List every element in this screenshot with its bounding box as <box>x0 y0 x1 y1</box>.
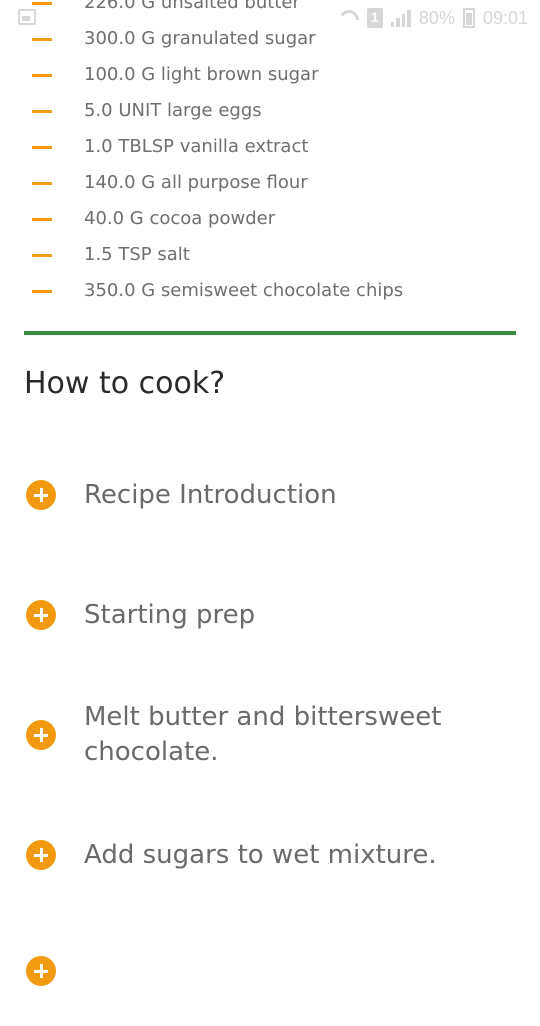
expand-plus-icon[interactable] <box>26 956 56 986</box>
status-time: 09:01 <box>482 7 528 28</box>
step-add-sugars[interactable]: Add sugars to wet mixture. <box>0 806 540 906</box>
how-to-cook-title: How to cook? <box>24 366 226 401</box>
expand-plus-icon[interactable] <box>26 720 56 750</box>
dash-icon <box>32 182 52 185</box>
wifi-icon <box>339 10 359 26</box>
ingredient-text: 40.0 G cocoa powder <box>84 208 276 229</box>
ingredient-text: 350.0 G semisweet chocolate chips <box>84 280 404 301</box>
ingredient-text: 1.0 TBLSP vanilla extract <box>84 136 309 157</box>
dash-icon <box>32 74 52 77</box>
battery-icon <box>462 8 475 28</box>
step-label: Recipe Introduction <box>84 480 337 510</box>
ingredient-item: 100.0 G light brown sugar <box>0 58 540 94</box>
step-melt-butter[interactable]: Melt butter and bittersweet chocolate. <box>0 686 540 786</box>
ingredient-text: 1.5 TSP salt <box>84 244 190 265</box>
step-label: Melt butter and bittersweet chocolate. <box>84 702 442 767</box>
image-notification-icon <box>18 9 36 25</box>
battery-percent: 80% <box>418 7 455 28</box>
step-label: Starting prep <box>84 600 256 630</box>
signal-icon <box>390 9 411 27</box>
ingredient-text: 140.0 G all purpose flour <box>84 172 308 193</box>
step-starting-prep[interactable]: Starting prep <box>0 566 540 666</box>
ingredient-item: 40.0 G cocoa powder <box>0 202 540 238</box>
ingredient-item: 350.0 G semisweet chocolate chips <box>0 274 540 310</box>
ingredient-item: 5.0 UNIT large eggs <box>0 94 540 130</box>
status-right: 80% 09:01 <box>339 6 528 30</box>
ingredient-text: 100.0 G light brown sugar <box>84 64 319 85</box>
step-label: Add sugars to wet mixture. <box>84 840 437 870</box>
section-divider <box>24 331 516 335</box>
dash-icon <box>32 38 52 41</box>
ingredient-item: 1.5 TSP salt <box>0 238 540 274</box>
dash-icon <box>32 290 52 293</box>
ingredient-item: 1.0 TBLSP vanilla extract <box>0 130 540 166</box>
sim-icon <box>366 8 383 28</box>
step-recipe-introduction[interactable]: Recipe Introduction <box>0 446 540 546</box>
dash-icon <box>32 218 52 221</box>
dash-icon <box>32 146 52 149</box>
step-next-partial[interactable] <box>0 926 540 1026</box>
ingredient-text: 5.0 UNIT large eggs <box>84 100 262 121</box>
ingredient-item: 140.0 G all purpose flour <box>0 166 540 202</box>
expand-plus-icon[interactable] <box>26 600 56 630</box>
status-bar: 80% 09:01 <box>0 0 540 36</box>
expand-plus-icon[interactable] <box>26 480 56 510</box>
dash-icon <box>32 254 52 257</box>
dash-icon <box>32 110 52 113</box>
expand-plus-icon[interactable] <box>26 840 56 870</box>
